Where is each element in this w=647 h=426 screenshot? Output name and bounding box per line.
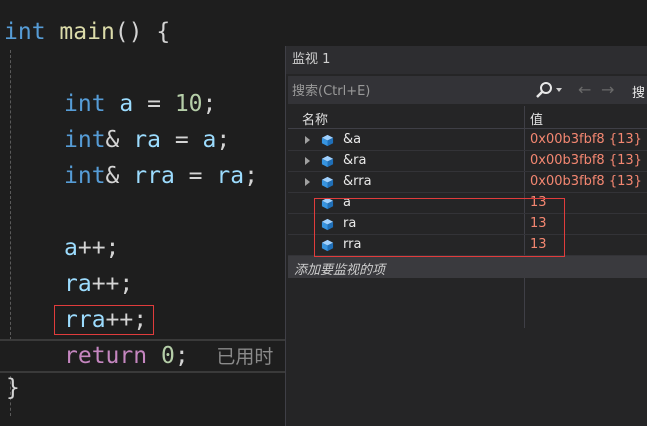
semicolon: ; — [202, 91, 217, 117]
row-name: &a — [343, 132, 362, 147]
code-line-a-decl: int a = 10; — [64, 86, 216, 122]
search-depth-label[interactable]: 搜 — [632, 82, 645, 101]
code-line-ra-inc: ra++; — [64, 266, 133, 302]
keyword: int — [4, 19, 46, 45]
keyword: int — [64, 127, 106, 153]
row-value[interactable]: 0x00b3fbf8 {13} — [530, 174, 642, 189]
reference-symbol: & — [105, 163, 120, 189]
back-arrow-icon[interactable]: ← — [578, 80, 591, 100]
operator: ++; — [91, 271, 134, 297]
identifier: rra — [133, 163, 175, 189]
watch-window-title[interactable]: 监视 1 — [286, 46, 647, 74]
chevron-down-icon[interactable] — [556, 88, 562, 92]
watch-row[interactable]: &rra 0x00b3fbf8 {13} — [288, 172, 647, 193]
reference-symbol: & — [105, 127, 120, 153]
code-line-a-inc: a++; — [64, 230, 119, 266]
watch-row[interactable]: &ra 0x00b3fbf8 {13} — [288, 151, 647, 172]
forward-arrow-icon[interactable]: → — [601, 80, 614, 100]
semicolon: ; — [174, 343, 189, 369]
identifier-rhs: ra — [216, 163, 245, 189]
variable-cube-icon — [321, 176, 334, 189]
highlight-box-watch-values — [314, 198, 565, 257]
variable-cube-icon — [321, 155, 334, 168]
add-watch-row[interactable]: 添加要监视的项 — [288, 256, 647, 278]
expand-arrow-icon[interactable] — [305, 178, 310, 186]
identifier: ra — [64, 271, 92, 297]
column-header-value[interactable]: 值 — [530, 109, 543, 128]
operator: = — [160, 127, 203, 153]
code-line-ra-decl: int& ra = a; — [64, 122, 230, 158]
elapsed-time-hint: 已用时 — [216, 346, 274, 368]
identifier-rhs: a — [202, 127, 217, 153]
code-line-main: int main() { — [4, 14, 170, 50]
operator: = — [133, 91, 175, 117]
punctuation: () { — [114, 19, 171, 45]
row-name: &rra — [343, 174, 372, 189]
semicolon: ; — [216, 127, 231, 153]
row-name: &ra — [343, 153, 367, 168]
code-line-rra-decl: int& rra = ra; — [64, 158, 258, 194]
expand-arrow-icon[interactable] — [305, 136, 310, 144]
identifier: a — [119, 91, 134, 117]
number-literal: 0 — [160, 343, 175, 369]
number-literal: 10 — [174, 91, 203, 117]
search-icon[interactable] — [534, 80, 554, 100]
operator: = — [174, 163, 217, 189]
add-watch-label[interactable]: 添加要监视的项 — [294, 259, 385, 278]
code-line-return: return 0; 已用时 — [64, 338, 273, 374]
code-line-close-brace: } — [6, 370, 20, 406]
row-value[interactable]: 0x00b3fbf8 {13} — [530, 153, 642, 168]
watch-row[interactable]: &a 0x00b3fbf8 {13} — [288, 130, 647, 151]
watch-search-bar: ← → 搜 — [288, 76, 647, 104]
keyword-return: return — [64, 343, 148, 369]
watch-search-input[interactable] — [288, 78, 574, 104]
indent-guide — [10, 50, 11, 340]
variable-cube-icon — [321, 134, 334, 147]
closing-brace: } — [6, 375, 20, 401]
expand-arrow-icon[interactable] — [305, 157, 310, 165]
watch-grid-header: 名称 值 — [288, 106, 647, 129]
column-header-name[interactable]: 名称 — [302, 109, 328, 128]
row-value[interactable]: 0x00b3fbf8 {13} — [530, 132, 642, 147]
operator: ++; — [77, 235, 120, 261]
keyword: int — [64, 91, 106, 117]
identifier: ra — [133, 127, 161, 153]
identifier: a — [64, 235, 78, 261]
highlight-box-rra-inc — [54, 305, 154, 335]
keyword: int — [64, 163, 106, 189]
function-name: main — [59, 19, 115, 45]
semicolon: ; — [244, 163, 258, 189]
